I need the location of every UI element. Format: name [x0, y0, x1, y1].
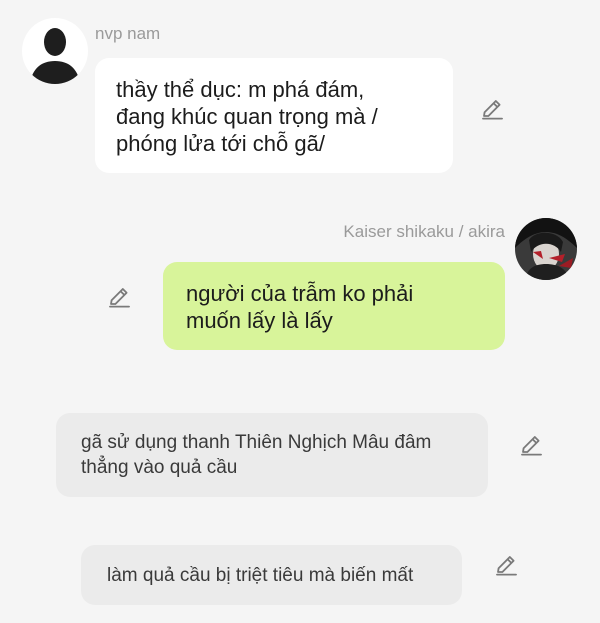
edit-button[interactable]: [107, 285, 131, 309]
edit-button[interactable]: [519, 433, 543, 457]
anime-avatar-icon: [515, 218, 577, 280]
message-text-line: phóng lửa tới chỗ gã/: [116, 131, 325, 156]
message-text-line: làm quả cầu bị triệt tiêu mà biến mất: [107, 565, 414, 586]
message-text-line: thẳng vào quả cầu: [81, 457, 238, 478]
message-text-line: gã sử dụng thanh Thiên Nghịch Mâu đâm: [81, 432, 432, 453]
sender-name: nvp nam: [95, 24, 161, 43]
message-text-line: đang khúc quan trọng mà /: [116, 104, 378, 129]
narration-bubble[interactable]: gã sử dụng thanh Thiên Nghịch Mâu đâm th…: [56, 413, 488, 497]
silhouette-avatar-icon: [22, 18, 88, 84]
narration-bubble[interactable]: làm quả cầu bị triệt tiêu mà biến mất: [81, 545, 462, 605]
pencil-icon: [482, 100, 503, 120]
edit-button[interactable]: [494, 553, 518, 577]
pencil-icon: [109, 288, 130, 308]
edit-button[interactable]: [480, 97, 504, 121]
pencil-icon: [496, 556, 517, 576]
message-text-line: muốn lấy là lấy: [186, 308, 333, 333]
message-text-line: thầy thể dục: m phá đám,: [116, 77, 365, 102]
message-bubble[interactable]: người của trẫm ko phải muốn lấy là lấy: [163, 262, 505, 350]
sender-name: Kaiser shikaku / akira: [343, 222, 505, 241]
pencil-icon: [521, 436, 542, 456]
sender-avatar-kaiser[interactable]: [515, 218, 577, 280]
sender-avatar-nvp-nam[interactable]: [22, 18, 88, 84]
message-bubble[interactable]: thầy thể dục: m phá đám, đang khúc quan …: [95, 58, 453, 173]
message-text-line: người của trẫm ko phải: [186, 281, 414, 306]
